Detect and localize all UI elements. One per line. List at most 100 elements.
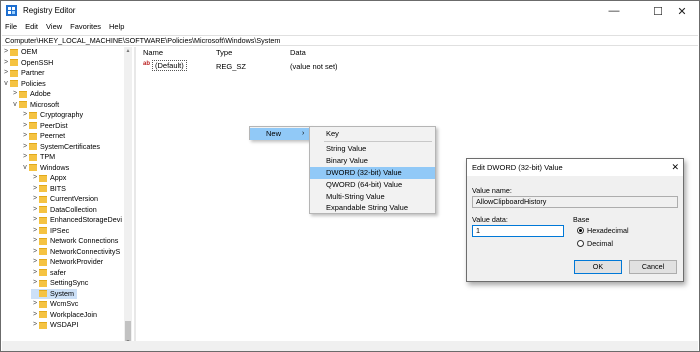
submenu-item-dword-value[interactable]: DWORD (32-bit) Value xyxy=(310,167,435,179)
chevron-down-icon[interactable]: v xyxy=(2,79,10,89)
chevron-right-icon[interactable]: > xyxy=(31,268,39,278)
address-bar[interactable]: Computer\HKEY_LOCAL_MACHINE\SOFTWARE\Pol… xyxy=(2,35,698,46)
tree-item-networkconnectivity[interactable]: > NetworkConnectivityS xyxy=(31,247,120,257)
tree-item-systemcertificates[interactable]: > SystemCertificates xyxy=(21,142,100,152)
tree-item-label: Microsoft xyxy=(30,99,60,109)
value-name-default[interactable]: (Default) xyxy=(152,60,187,71)
tree-item-label: TPM xyxy=(40,152,56,161)
tree-item-settingsync[interactable]: > SettingSync xyxy=(31,278,88,288)
chevron-right-icon[interactable]: > xyxy=(31,215,39,225)
chevron-right-icon[interactable]: > xyxy=(11,89,19,99)
tree-item-openssh[interactable]: > OpenSSH xyxy=(2,58,53,68)
tree-item-appx[interactable]: > Appx xyxy=(31,173,66,183)
chevron-right-icon[interactable]: > xyxy=(21,142,29,152)
chevron-right-icon[interactable]: > xyxy=(31,278,39,288)
registry-tree[interactable]: > OEM > OpenSSH > Partner v Policies > Adobe … xyxy=(1,47,133,349)
value-name-field[interactable]: AllowClipboardHistory xyxy=(472,196,678,208)
chevron-right-icon[interactable]: > xyxy=(21,110,29,120)
menu-item-new[interactable]: New › xyxy=(250,128,310,140)
submenu-item-binary-value[interactable]: Binary Value xyxy=(310,155,435,167)
tree-item-wsdapi[interactable]: > WSDAPI xyxy=(31,320,78,330)
tree-item-label: SystemCertificates xyxy=(40,141,100,151)
menu-file[interactable]: File xyxy=(5,21,17,34)
chevron-right-icon[interactable]: > xyxy=(31,299,39,309)
chevron-down-icon[interactable]: v xyxy=(21,163,29,173)
tree-item-cryptography[interactable]: > Cryptography xyxy=(21,110,83,120)
tree-item-tpm[interactable]: > TPM xyxy=(21,152,55,162)
value-data-label: Value data: xyxy=(472,215,508,224)
tree-item-system[interactable]: System xyxy=(31,288,77,299)
tree-item-peernet[interactable]: > Peernet xyxy=(21,131,65,141)
chevron-right-icon[interactable]: > xyxy=(31,173,39,183)
folder-icon xyxy=(29,111,37,119)
submenu-item-key[interactable]: Key xyxy=(310,128,435,140)
tree-item-oem[interactable]: > OEM xyxy=(2,47,37,57)
tree-item-label: Appx xyxy=(50,173,67,182)
tree-item-label: BITS xyxy=(50,183,66,193)
chevron-right-icon[interactable]: > xyxy=(31,257,39,267)
menu-help[interactable]: Help xyxy=(109,21,124,34)
chevron-right-icon[interactable]: > xyxy=(31,320,39,330)
tree-scrollbar[interactable]: ▲ ▼ xyxy=(124,47,132,349)
chevron-right-icon[interactable]: > xyxy=(31,247,39,257)
folder-icon xyxy=(29,164,37,171)
dialog-close-icon[interactable]: ✕ xyxy=(671,159,679,176)
chevron-right-icon[interactable]: > xyxy=(2,58,10,68)
tree-item-enhancedstorage[interactable]: > EnhancedStorageDevi xyxy=(31,215,122,225)
chevron-right-icon[interactable]: > xyxy=(21,131,29,141)
chevron-right-icon[interactable]: > xyxy=(31,226,39,236)
tree-item-network-connections[interactable]: > Network Connections xyxy=(31,236,118,246)
tree-item-policies[interactable]: v Policies xyxy=(2,79,46,89)
tree-item-currentversion[interactable]: > CurrentVersion xyxy=(31,194,98,204)
tree-item-label: NetworkProvider xyxy=(50,257,104,266)
tree-item-microsoft[interactable]: v Microsoft xyxy=(11,100,59,110)
radio-checked-icon[interactable] xyxy=(577,227,584,234)
folder-icon xyxy=(10,80,18,87)
tree-item-peerdist[interactable]: > PeerDist xyxy=(21,121,68,131)
tree-item-wcmsvc[interactable]: > WcmSvc xyxy=(31,299,78,309)
column-header-name[interactable]: Name xyxy=(143,48,163,57)
tree-item-adobe[interactable]: > Adobe xyxy=(11,89,51,99)
menu-favorites[interactable]: Favorites xyxy=(70,21,101,34)
submenu-item-string-value[interactable]: String Value xyxy=(310,143,435,155)
minimize-button[interactable]: — xyxy=(597,1,631,21)
menu-edit[interactable]: Edit xyxy=(25,21,38,34)
pane-splitter[interactable] xyxy=(134,47,136,349)
submenu-item-expandable-string-value[interactable]: Expandable String Value xyxy=(310,202,435,214)
folder-icon xyxy=(19,90,27,98)
radio-unchecked-icon[interactable] xyxy=(577,240,584,247)
folder-icon xyxy=(10,59,18,66)
tree-item-workplacejoin[interactable]: > WorkplaceJoin xyxy=(31,310,97,320)
tree-item-datacollection[interactable]: > DataCollection xyxy=(31,205,97,215)
chevron-right-icon[interactable]: > xyxy=(31,310,39,320)
tree-item-windows[interactable]: v Windows xyxy=(21,163,69,173)
radio-hexadecimal[interactable]: Hexadecimal xyxy=(577,226,629,235)
chevron-right-icon[interactable]: > xyxy=(31,194,39,204)
chevron-right-icon[interactable]: > xyxy=(31,205,39,215)
chevron-right-icon[interactable]: > xyxy=(2,47,10,57)
radio-decimal[interactable]: Decimal xyxy=(577,239,613,248)
chevron-down-icon[interactable]: v xyxy=(11,100,19,110)
scroll-up-arrow-icon[interactable]: ▲ xyxy=(125,48,131,56)
chevron-right-icon[interactable]: > xyxy=(21,121,29,131)
tree-item-label: Partner xyxy=(21,68,45,77)
close-button[interactable]: ✕ xyxy=(665,1,699,21)
tree-item-partner[interactable]: > Partner xyxy=(2,68,45,78)
submenu-item-qword-value[interactable]: QWORD (64-bit) Value xyxy=(310,179,435,191)
chevron-right-icon[interactable]: > xyxy=(31,184,39,194)
tree-item-ipsec[interactable]: > IPSec xyxy=(31,226,69,236)
column-header-type[interactable]: Type xyxy=(216,48,232,57)
chevron-right-icon[interactable]: > xyxy=(2,68,10,78)
tree-item-bits[interactable]: > BITS xyxy=(31,184,66,194)
tree-item-safer[interactable]: > safer xyxy=(31,268,66,278)
ok-button[interactable]: OK xyxy=(574,260,622,274)
column-header-data[interactable]: Data xyxy=(290,48,306,57)
chevron-right-icon[interactable]: > xyxy=(31,236,39,246)
menu-view[interactable]: View xyxy=(46,21,62,34)
cancel-button[interactable]: Cancel xyxy=(629,260,677,274)
tree-item-label: CurrentVersion xyxy=(50,194,98,203)
folder-icon xyxy=(39,206,47,213)
chevron-right-icon[interactable]: > xyxy=(21,152,29,162)
tree-item-networkprovider[interactable]: > NetworkProvider xyxy=(31,257,103,267)
value-data-field[interactable]: 1 xyxy=(472,225,564,237)
